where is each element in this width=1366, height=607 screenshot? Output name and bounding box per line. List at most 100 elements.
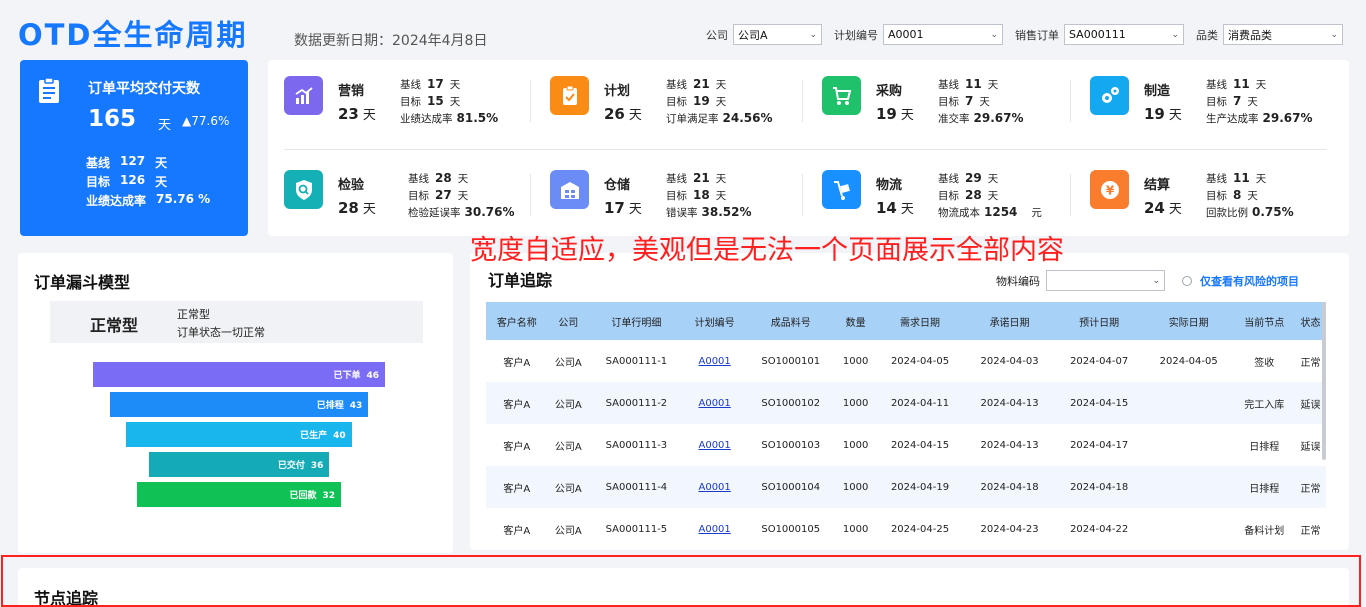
material-select[interactable]: ⌄ (1046, 270, 1165, 291)
funnel-bar-2[interactable]: 已生产 40 (126, 422, 352, 447)
table-row[interactable]: 客户A 公司A SA000111-3 A0001 SO1000103 1000 2024-0… (486, 424, 1326, 466)
plan-link[interactable]: A0001 (698, 482, 730, 493)
target-value: 8 (1233, 188, 1242, 202)
filter-sales-order: 销售订单 SA000111 ⌄ (1015, 24, 1184, 45)
summary-unit: 天 (158, 118, 172, 133)
baseline-unit: 天 (449, 79, 461, 91)
metric-label: 准交率 (938, 113, 970, 125)
table-cell (1143, 382, 1234, 424)
column-header[interactable]: 成品料号 (745, 302, 836, 340)
kpi-metric: 准交率 29.67% (938, 110, 1023, 127)
funnel-status-box: 正常型 正常型 订单状态一切正常 (50, 301, 423, 343)
stage-value: 32 (322, 491, 335, 501)
column-header[interactable]: 当前节点 (1233, 302, 1296, 340)
chevron-down-icon: ⌄ (1152, 275, 1160, 286)
tracking-title: 订单追踪 (488, 271, 553, 290)
divider (802, 80, 803, 122)
table-cell: 2024-04-03 (980, 355, 1039, 367)
cart-icon (832, 86, 851, 105)
plan-link[interactable]: A0001 (698, 440, 730, 451)
company-select[interactable]: 公司A ⌄ (733, 24, 822, 45)
metric-label: 回款比例 (1206, 207, 1248, 219)
column-header[interactable]: 计划编号 (683, 302, 746, 340)
column-header[interactable]: 公司 (547, 302, 589, 340)
kpi-value: 19 (876, 105, 897, 123)
kpi-icon-box (284, 76, 323, 115)
table-cell: SA000111-4 (589, 466, 684, 508)
kpi-value-wrap: 23 天 (338, 104, 376, 123)
table-cell (1144, 424, 1234, 466)
divider (802, 174, 803, 216)
table-cell: 1000 (836, 382, 876, 424)
table-row[interactable]: 客户A 公司A SA000111-4 A0001 SO1000104 1000 2024-0… (486, 466, 1326, 508)
kpi-name: 检验 (338, 178, 365, 193)
kpi-card-1[interactable]: 计划 26 天基线 21 天目标 19 天订单满足率 24.56% (530, 76, 820, 146)
metric-label: 业绩达成率 (400, 113, 453, 125)
kpi-value-wrap: 19 天 (876, 104, 914, 123)
kpi-metric: 检验延误率 30.76% (408, 204, 514, 221)
funnel-bar-0[interactable]: 已下单 46 (93, 362, 385, 387)
kpi-card-0[interactable]: 营销 23 天基线 17 天目标 15 天业绩达成率 81.5% (284, 76, 554, 146)
funnel-bar-4[interactable]: 已回款 32 (137, 482, 341, 507)
table-row[interactable]: 客户A 公司A SA000111-1 A0001 SO1000101 1000 2024-0… (486, 340, 1326, 382)
stage-value: 40 (333, 431, 346, 441)
table-cell: 1000 (842, 439, 869, 451)
material-filter: 物料编码 ⌄ (996, 270, 1165, 291)
filter-bar: 公司 公司A ⌄ 计划编号 A0001 ⌄ 销售订单 SA000111 ⌄ 品类… (706, 24, 1355, 45)
summary-change: ▲77.6% (182, 114, 230, 128)
table-cell: 2024-04-18 (1054, 466, 1144, 508)
kpi-card-3[interactable]: 制造 19 天基线 11 天目标 7 天生产达成率 29.67% (1070, 76, 1360, 146)
target-value: 126 (120, 173, 146, 187)
column-header[interactable]: 实际日期 (1143, 302, 1234, 340)
plan-link[interactable]: A0001 (698, 356, 730, 367)
risk-only-toggle[interactable]: 仅查看有风险的项目 (1182, 273, 1299, 289)
baseline-unit: 天 (457, 173, 469, 185)
funnel-bar-3[interactable]: 已交付 36 (148, 452, 330, 477)
summary-rate: 业绩达成率 75.76 % (86, 192, 220, 209)
column-header[interactable]: 预计日期 (1054, 302, 1144, 340)
column-header[interactable]: 承诺日期 (964, 302, 1055, 340)
order-tracking-panel: 订单追踪 物料编码 ⌄ 仅查看有风险的项目 客户名称 公司 订单行明细 计划编号 成品料… (470, 253, 1349, 550)
table-cell: 2024-04-22 (1070, 523, 1129, 535)
baseline-label: 基线 (86, 156, 111, 170)
metric-value: 1254 (984, 205, 1018, 219)
gears-icon (1101, 86, 1119, 103)
kpi-meta: 基线 17 天目标 15 天业绩达成率 81.5% (400, 76, 498, 127)
sales-order-select[interactable]: SA000111 ⌄ (1064, 24, 1184, 45)
highlight-frame (1, 555, 1361, 607)
table-row[interactable]: 客户A 公司A SA000111-2 A0001 SO1000102 1000 2024-0… (486, 382, 1326, 424)
table-cell: A0001 (683, 382, 746, 424)
kpi-card-7[interactable]: ¥ 结算 24 天基线 11 天目标 8 天回款比例 0.75% (1070, 170, 1360, 240)
table-cell: 2024-04-25 (890, 523, 950, 535)
table-row[interactable]: 客户A 公司A SA000111-5 A0001 SO1000105 1000 2024-0… (486, 508, 1326, 550)
radio-icon[interactable] (1182, 276, 1192, 286)
summary-card[interactable]: 订单平均交付天数 165 天 ▲77.6% 基线 127 天 目标 126 天 … (20, 60, 248, 236)
table-cell: SA000111-2 (589, 382, 684, 424)
target-label: 目标 (666, 190, 687, 202)
kpi-value-wrap: 26 天 (604, 104, 642, 123)
plan-link[interactable]: A0001 (698, 398, 730, 409)
plan-select[interactable]: A0001 ⌄ (883, 24, 1003, 45)
table-scrollbar[interactable] (1322, 302, 1326, 460)
category-select[interactable]: 消费品类 ⌄ (1223, 24, 1343, 45)
table-cell (1143, 466, 1234, 508)
column-header[interactable]: 客户名称 (486, 302, 548, 340)
table-cell: 公司A (547, 466, 589, 508)
column-header[interactable]: 数量 (836, 302, 876, 340)
table-cell: SA000111-3 (605, 439, 668, 451)
kpi-value: 28 (338, 199, 359, 217)
divider (530, 80, 531, 122)
table-cell: A0001 (683, 466, 746, 508)
stage-label: 已排程 (316, 401, 344, 411)
funnel-bar-1[interactable]: 已排程 43 (109, 392, 369, 417)
funnel-bar-label: 已生产 40 (300, 428, 346, 441)
document-icon (39, 78, 59, 103)
column-header[interactable]: 订单行明细 (589, 302, 684, 340)
kpi-card-2[interactable]: 采购 19 天基线 11 天目标 7 天准交率 29.67% (802, 76, 1092, 146)
plan-link[interactable]: A0001 (698, 524, 730, 535)
kpi-value-wrap: 24 天 (1144, 198, 1182, 217)
column-header[interactable]: 需求日期 (875, 302, 965, 340)
metric-value: 30.76% (464, 205, 515, 219)
table-cell: 1000 (836, 466, 876, 508)
kpi-icon-box (284, 170, 323, 209)
